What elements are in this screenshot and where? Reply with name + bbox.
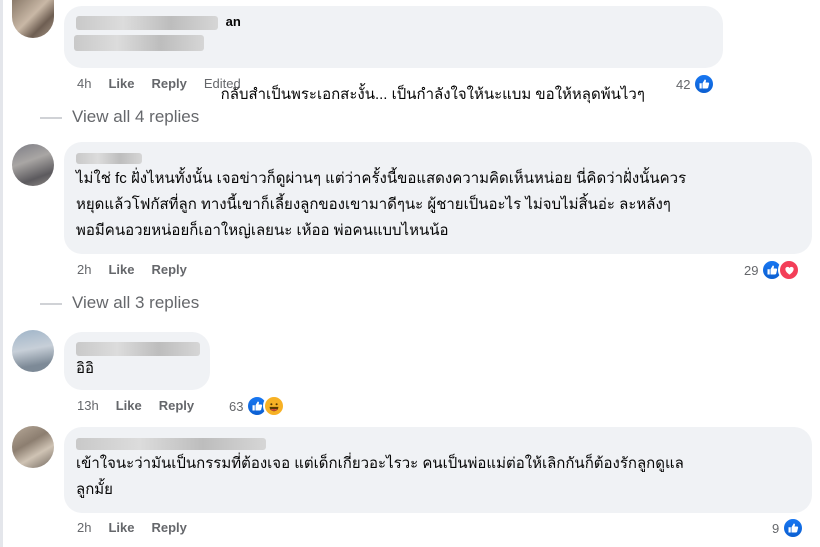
reaction-summary[interactable]: 63 — [229, 395, 286, 417]
comment-timestamp[interactable]: 4h — [77, 76, 91, 91]
thread-connector — [40, 303, 62, 305]
avatar[interactable] — [12, 144, 54, 186]
reply-button[interactable]: Reply — [151, 76, 186, 91]
like-reaction-icon — [693, 73, 716, 95]
reaction-summary[interactable]: 42 — [676, 73, 716, 95]
reply-button[interactable]: Reply — [151, 520, 186, 535]
comment-bubble: an กลับสำเป็นพระเอกสะงั้น... เป็นกำลังใจ… — [64, 6, 723, 103]
comment-timestamp[interactable]: 2h — [77, 262, 91, 277]
comment-text: อิอิ — [76, 360, 95, 377]
comment-author[interactable]: an — [76, 13, 711, 30]
comment-author[interactable] — [76, 149, 800, 166]
reaction-count: 42 — [676, 76, 691, 92]
reaction-count: 29 — [744, 262, 759, 278]
reaction-count: 9 — [772, 520, 780, 536]
blurred-name — [76, 437, 266, 450]
haha-reaction-icon — [263, 395, 286, 417]
comment-bubble: ไม่ใช่ fc ฝั่งไหนทั้งนั้น เจอข่าวก็ดูผ่า… — [64, 142, 812, 254]
reaction-summary[interactable]: 9 — [772, 517, 805, 539]
like-button[interactable]: Like — [108, 520, 134, 535]
like-reaction-icon — [782, 517, 805, 539]
comment-author[interactable] — [76, 434, 800, 451]
comment-actions: 2h Like Reply — [77, 520, 204, 535]
like-button[interactable]: Like — [108, 76, 134, 91]
avatar[interactable] — [12, 330, 54, 372]
left-edge-divider — [0, 0, 3, 547]
blurred-name — [76, 153, 142, 165]
comment-text: เข้าใจนะว่ามันเป็นกรรมที่ต้องเจอ แต่เด็ก… — [76, 455, 684, 498]
comment-text: ไม่ใช่ fc ฝั่งไหนทั้งนั้น เจอข่าวก็ดูผ่า… — [76, 170, 687, 239]
reaction-summary[interactable]: 29 — [744, 259, 801, 281]
avatar[interactable] — [12, 426, 54, 468]
comment-bubble: อิอิ — [64, 332, 210, 390]
avatar[interactable] — [12, 0, 54, 38]
love-reaction-icon — [778, 259, 801, 281]
like-button[interactable]: Like — [108, 262, 134, 277]
view-replies-link[interactable]: View all 4 replies — [72, 107, 199, 127]
reaction-count: 63 — [229, 398, 244, 414]
comment-actions: 4h Like Reply Edited — [77, 76, 258, 91]
blurred-name — [76, 341, 200, 356]
comment-bubble: เข้าใจนะว่ามันเป็นกรรมที่ต้องเจอ แต่เด็ก… — [64, 427, 812, 513]
like-button[interactable]: Like — [116, 398, 142, 413]
comment-author[interactable] — [76, 339, 200, 356]
comment-actions: 2h Like Reply — [77, 262, 204, 277]
comment-actions: 13h Like Reply — [77, 398, 211, 413]
thread-connector — [40, 117, 62, 119]
blurred-text — [74, 35, 204, 51]
blurred-name — [76, 15, 218, 30]
view-replies-link[interactable]: View all 3 replies — [72, 293, 199, 313]
comment-timestamp[interactable]: 2h — [77, 520, 91, 535]
edited-label[interactable]: Edited — [204, 76, 241, 91]
reply-button[interactable]: Reply — [151, 262, 186, 277]
reply-button[interactable]: Reply — [159, 398, 194, 413]
comment-timestamp[interactable]: 13h — [77, 398, 99, 413]
